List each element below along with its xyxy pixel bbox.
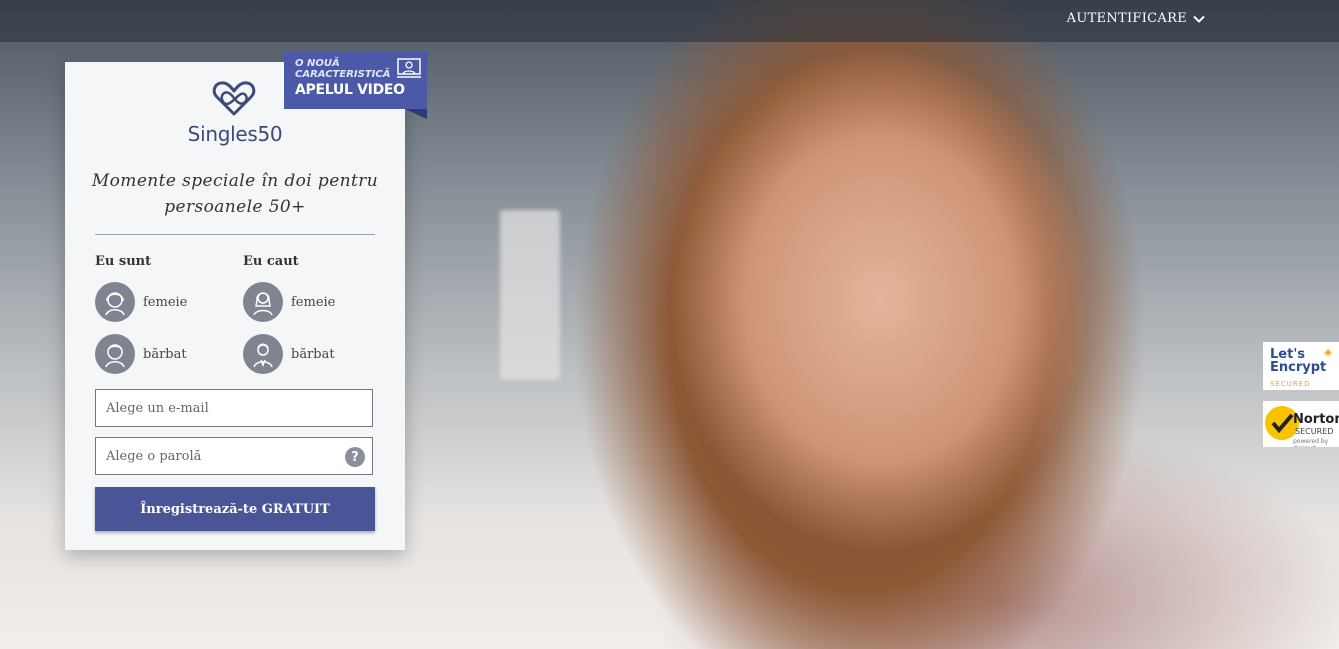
video-call-feature-ribbon[interactable]: O NOUĂ CARACTERISTICĂ APELUL VIDEO [284, 52, 427, 119]
email-field[interactable] [95, 389, 373, 427]
register-free-button[interactable]: Înregistrează-te GRATUIT [95, 487, 375, 531]
seeking-male-label: bărbat [291, 346, 335, 362]
registration-card: Singles50 O NOUĂ CARACTERISTICĂ APELUL V… [65, 52, 427, 550]
norton-powered-by: powered by digicert [1293, 438, 1329, 447]
login-label: AUTENTIFICARE [1066, 11, 1187, 26]
i-am-male-label: bărbat [143, 346, 187, 362]
ribbon-kicker: O NOUĂ CARACTERISTICĂ [295, 58, 391, 80]
seeking-male-option[interactable]: bărbat [243, 334, 335, 374]
female-avatar-icon [95, 282, 135, 322]
video-call-icon [397, 58, 421, 78]
norton-secured: SECURED [1295, 427, 1334, 436]
i-am-male-option[interactable]: bărbat [95, 334, 187, 374]
sun-icon: ✷ [1322, 346, 1333, 360]
female-avatar-icon [243, 282, 283, 322]
seeking-label: Eu caut [243, 254, 299, 269]
male-avatar-icon [243, 334, 283, 374]
i-am-female-option[interactable]: femeie [95, 282, 187, 322]
seeking-female-label: femeie [291, 294, 336, 310]
password-field[interactable] [95, 437, 373, 475]
i-am-female-label: femeie [143, 294, 188, 310]
letsencrypt-badge[interactable]: Let's Encrypt ✷ SECURED [1263, 342, 1339, 390]
seeking-female-option[interactable]: femeie [243, 282, 335, 322]
login-dropdown[interactable]: AUTENTIFICARE [1067, 11, 1205, 26]
heart-infinity-icon [212, 81, 256, 116]
male-avatar-icon [95, 334, 135, 374]
chevron-down-icon [1193, 15, 1205, 23]
i-am-label: Eu sunt [95, 254, 152, 269]
letsencrypt-secured: SECURED [1270, 380, 1311, 388]
divider [95, 234, 375, 235]
help-icon[interactable]: ? [345, 447, 365, 467]
ribbon-title: APELUL VIDEO [295, 82, 405, 98]
letsencrypt-title: Let's Encrypt [1270, 347, 1327, 375]
brand-name: Singles50 [187, 122, 283, 146]
tagline: Momente speciale în doi pentru persoanel… [91, 171, 379, 217]
norton-name: Norton [1293, 412, 1339, 427]
norton-badge[interactable]: Norton SECURED powered by digicert [1263, 401, 1339, 447]
top-navigation-bar: AUTENTIFICARE [0, 0, 1339, 42]
